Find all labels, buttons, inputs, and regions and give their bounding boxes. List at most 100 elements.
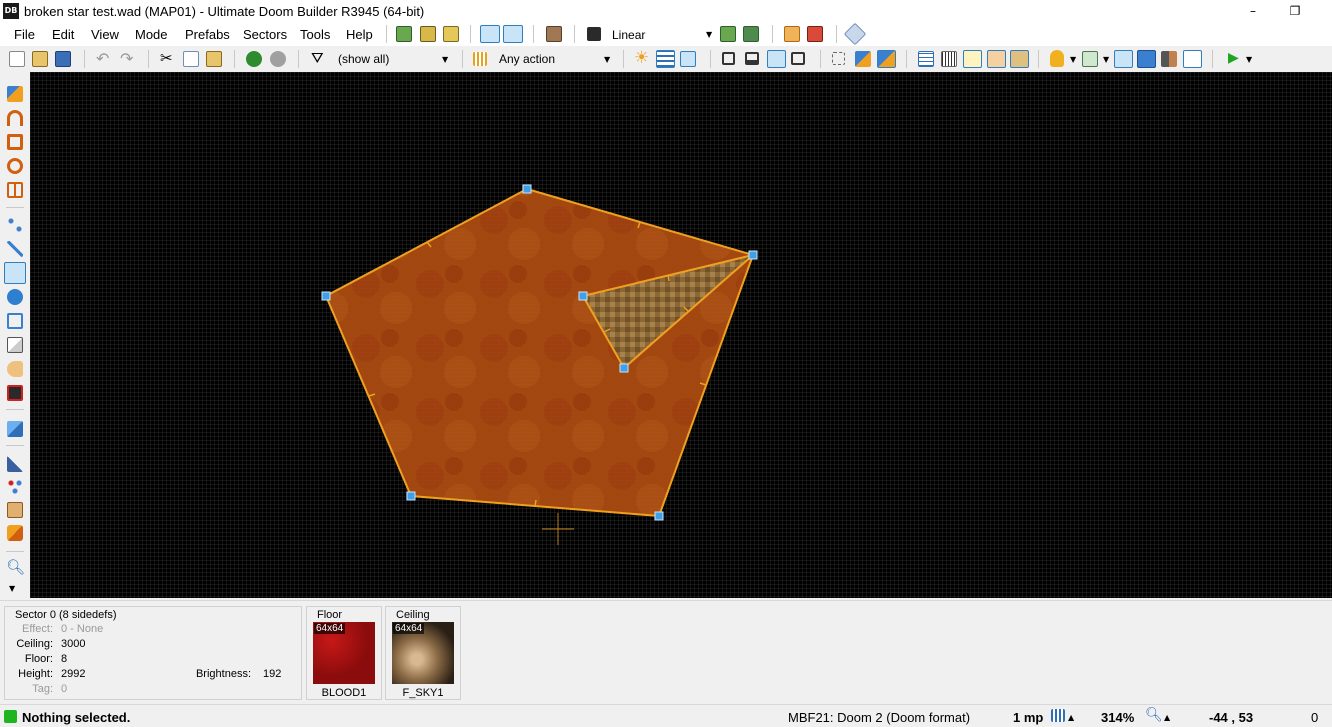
new-map-icon[interactable] (9, 51, 25, 67)
things-filter-select[interactable]: (show all) (338, 52, 389, 66)
find-icon[interactable]: 🔍︎ (6, 558, 25, 576)
save-map-icon[interactable] (55, 51, 71, 67)
view-floors-icon[interactable] (767, 50, 786, 68)
chevron-down-icon[interactable]: ▼ (706, 30, 712, 39)
chevron-down-icon[interactable]: ▼ (1246, 55, 1252, 64)
dynamic-grid-icon[interactable] (918, 51, 934, 67)
chevron-down-icon[interactable]: ▼ (9, 584, 15, 593)
play-icon[interactable]: ▶ (1228, 50, 1239, 66)
things-mode-icon[interactable] (7, 289, 23, 305)
chevron-up-icon[interactable]: ▲ (1068, 713, 1074, 722)
show-grid-icon[interactable] (941, 51, 957, 67)
menu-prefabs[interactable]: Prefabs (185, 27, 230, 42)
texture-browser-icon[interactable] (546, 26, 562, 42)
zoom-in-icon[interactable] (720, 26, 736, 42)
insert-prefab-icon[interactable] (246, 51, 262, 67)
copy-icon[interactable] (183, 51, 199, 67)
lightbulb-icon[interactable] (1050, 50, 1064, 67)
linedefs-mode-icon[interactable] (7, 241, 23, 257)
menu-file[interactable]: File (14, 27, 35, 42)
draw-rectangle-icon[interactable] (7, 134, 23, 150)
restore-button[interactable]: ❐ (1272, 0, 1318, 22)
zoom-out-icon[interactable] (743, 26, 759, 42)
menu-view[interactable]: View (91, 27, 119, 42)
open-map-icon[interactable] (32, 51, 48, 67)
chevron-down-icon[interactable]: ▼ (1070, 55, 1076, 64)
visual-vertices-icon[interactable] (1183, 50, 1202, 68)
select-icon[interactable] (832, 52, 845, 65)
map-options-icon[interactable] (443, 26, 459, 42)
chevron-down-icon[interactable]: ▼ (442, 55, 448, 64)
script-editor-icon[interactable] (420, 26, 436, 42)
tag-icon[interactable] (843, 22, 867, 46)
auto-merge-icon[interactable] (987, 50, 1006, 68)
menu-help[interactable]: Help (346, 27, 373, 42)
chevron-down-icon[interactable]: ▼ (1103, 55, 1109, 64)
paste-icon[interactable] (206, 51, 222, 67)
fullbright-icon[interactable] (680, 51, 696, 67)
sector-mode-icon[interactable] (503, 25, 523, 43)
menu-mode[interactable]: Mode (135, 27, 168, 42)
minimize-button[interactable]: – (1230, 0, 1276, 22)
snap-icon[interactable] (963, 50, 982, 68)
sectors-mode-icon[interactable] (4, 262, 26, 284)
sky-icon[interactable] (1137, 50, 1156, 68)
view-brightness-icon[interactable] (745, 52, 759, 65)
game-format: MBF21: Doom 2 (Doom format) (788, 710, 971, 725)
draw-ellipse-icon[interactable] (7, 158, 23, 174)
models-icon[interactable] (1082, 51, 1098, 67)
view-ceilings-icon[interactable] (791, 52, 805, 65)
fog-icon[interactable] (1114, 50, 1133, 68)
menu-sectors[interactable]: Sectors (243, 27, 287, 42)
mode-toolbar: 🔍︎ ▼ (0, 72, 30, 600)
grid-size-icon[interactable] (1051, 709, 1065, 722)
merge-sectors-icon[interactable] (877, 50, 896, 68)
make-sectors-icon[interactable] (7, 313, 23, 329)
view-normal-icon[interactable] (722, 52, 735, 65)
sound-propagation-icon[interactable] (7, 361, 23, 377)
title-bar: DB broken star test.wad (MAP01) - Ultima… (0, 0, 1332, 22)
status-message: Nothing selected. (22, 710, 131, 725)
test-map-icon[interactable] (396, 26, 412, 42)
filtering-mode-select[interactable]: Linear (612, 28, 645, 42)
linedef-mode-icon[interactable] (480, 25, 500, 43)
menu-edit[interactable]: Edit (52, 27, 74, 42)
insert-previous-prefab-icon[interactable] (270, 51, 286, 67)
cut-icon[interactable]: ✂ (160, 49, 173, 67)
map-canvas[interactable] (30, 72, 1332, 598)
menu-tools[interactable]: Tools (300, 27, 330, 42)
bridge-icon[interactable] (7, 502, 23, 518)
draw-slope-icon[interactable] (7, 337, 23, 353)
visual-mode-icon[interactable] (7, 421, 23, 437)
chevron-down-icon[interactable]: ▼ (604, 55, 610, 64)
map-view[interactable] (30, 72, 1332, 598)
separator (148, 50, 149, 68)
chevron-up-icon[interactable]: ▲ (1164, 713, 1170, 722)
separator (470, 25, 471, 43)
zoom-level[interactable]: 314% (1101, 710, 1134, 725)
terrain-icon[interactable] (7, 456, 23, 472)
grid-icon[interactable] (656, 50, 675, 68)
draw-curve-icon[interactable] (7, 110, 23, 126)
event-lines-icon[interactable] (1161, 51, 1177, 67)
linedef-filter-select[interactable]: Any action (499, 52, 555, 66)
ceiling-value: 3000 (61, 638, 86, 650)
floor-texture-size: 64x64 (314, 623, 346, 634)
sector-info-title: Sector 0 (8 sidedefs) (15, 609, 117, 621)
grid-setup-icon[interactable] (784, 26, 800, 42)
zoom-icon[interactable]: 🔍︎ (1145, 707, 1163, 723)
sound-environment-icon[interactable] (7, 385, 23, 401)
vertices-mode-icon[interactable] (7, 217, 23, 233)
draw-lines-icon[interactable] (7, 86, 23, 102)
draw-grid-icon[interactable] (7, 182, 23, 198)
snap-to-grid-icon[interactable] (807, 26, 823, 42)
thing-points-icon[interactable] (7, 479, 23, 495)
merge-icon[interactable] (855, 51, 871, 67)
undo-icon[interactable]: ↶ (96, 49, 109, 68)
auto-align-icon[interactable] (1010, 50, 1029, 68)
ceiling-label: Ceiling: (16, 638, 53, 650)
stairs-icon[interactable] (7, 525, 23, 541)
redo-icon[interactable]: ↷ (120, 49, 133, 68)
brightness-icon[interactable]: ☀ (634, 48, 649, 68)
grid-size[interactable]: 1 mp (1013, 710, 1043, 725)
